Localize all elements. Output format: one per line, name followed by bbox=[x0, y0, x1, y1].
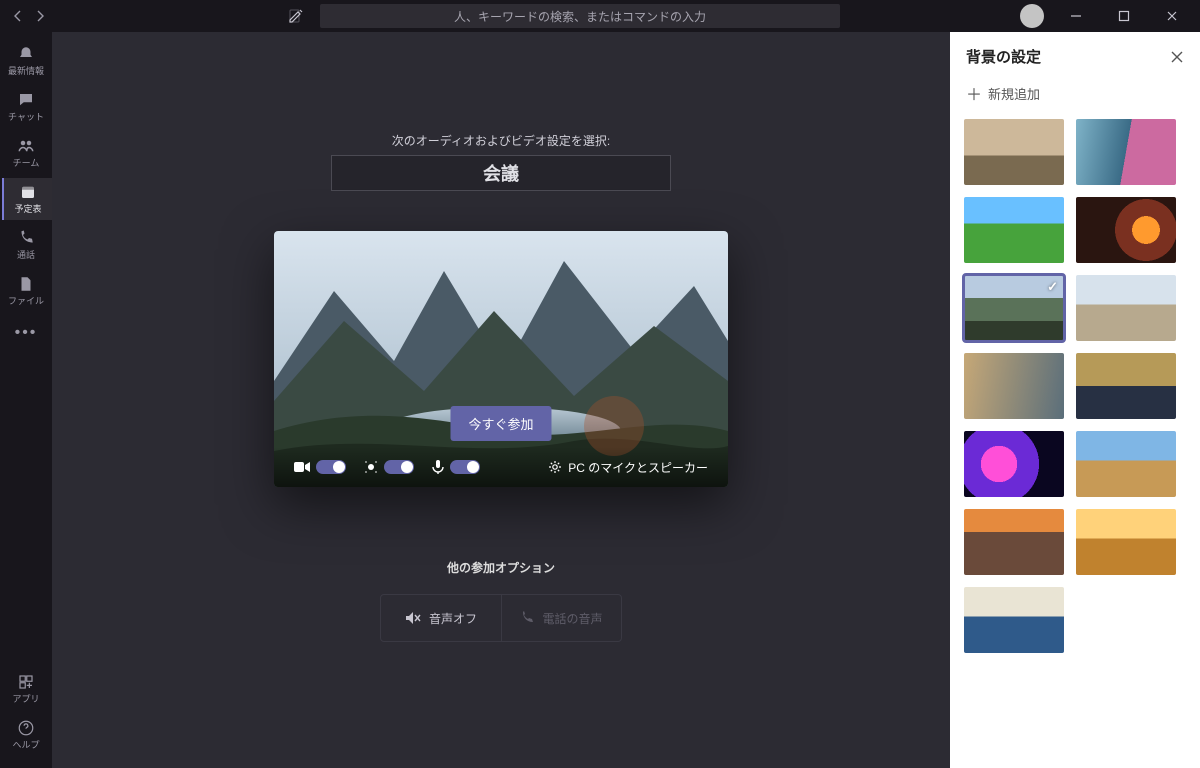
close-icon[interactable] bbox=[1170, 50, 1184, 64]
other-options-row: 音声オフ 電話の音声 bbox=[380, 594, 622, 642]
background-effects-toggle[interactable] bbox=[384, 460, 414, 474]
preview-controls: PC のマイクとスピーカー bbox=[274, 447, 728, 487]
background-thumb-desert-sunset[interactable] bbox=[1076, 509, 1176, 575]
meeting-title-text: 会議 bbox=[483, 160, 519, 186]
prejoin-instruction: 次のオーディオおよびビデオ設定を選択: bbox=[392, 132, 611, 149]
background-thumb-lava-cave[interactable] bbox=[1076, 197, 1176, 263]
rail-label: チャット bbox=[8, 110, 44, 123]
background-thumb-old-street[interactable] bbox=[964, 353, 1064, 419]
camera-icon bbox=[294, 461, 310, 473]
rail-label: チーム bbox=[13, 156, 40, 169]
search-input[interactable]: 人、キーワードの検索、またはコマンドの入力 bbox=[320, 4, 840, 28]
device-settings-button[interactable]: PC のマイクとスピーカー bbox=[548, 459, 708, 476]
camera-toggle[interactable] bbox=[316, 460, 346, 474]
window-maximize-button[interactable] bbox=[1102, 0, 1146, 32]
speaker-off-icon bbox=[405, 611, 421, 625]
background-thumb-stone-arch[interactable] bbox=[1076, 275, 1176, 341]
join-now-button[interactable]: 今すぐ参加 bbox=[450, 406, 551, 441]
rail-teams[interactable]: チーム bbox=[0, 132, 52, 174]
panel-title: 背景の設定 bbox=[966, 46, 1041, 67]
background-thumb-mountain-lake[interactable] bbox=[964, 275, 1064, 341]
device-label-text: PC のマイクとスピーカー bbox=[568, 459, 708, 476]
rail-label: 通話 bbox=[17, 248, 35, 261]
microphone-toggle[interactable] bbox=[450, 460, 480, 474]
microphone-icon bbox=[432, 460, 444, 474]
rail-label: ヘルプ bbox=[12, 738, 39, 751]
plus-icon: ＋ bbox=[966, 81, 982, 105]
background-thumb-sunset-village[interactable] bbox=[964, 509, 1064, 575]
background-blur-icon bbox=[364, 460, 378, 474]
nav-back-button[interactable] bbox=[12, 10, 24, 22]
background-thumb-great-wave[interactable] bbox=[964, 587, 1064, 653]
background-thumb-scifi-room[interactable] bbox=[1076, 119, 1176, 185]
search-placeholder: 人、キーワードの検索、またはコマンドの入力 bbox=[454, 8, 706, 25]
video-preview: 今すぐ参加 PC のマイクとスピーカー bbox=[274, 231, 728, 487]
rail-calls[interactable]: 通話 bbox=[0, 224, 52, 266]
option-label: 音声オフ bbox=[429, 610, 477, 627]
gear-icon bbox=[548, 460, 562, 474]
background-thumb-coastal-city[interactable] bbox=[1076, 431, 1176, 497]
background-thumb-nebula[interactable] bbox=[964, 431, 1064, 497]
meeting-title-input[interactable]: 会議 bbox=[331, 155, 671, 191]
rail-help[interactable]: ヘルプ bbox=[0, 714, 52, 756]
add-background-label: 新規追加 bbox=[988, 84, 1040, 103]
prejoin-screen: 次のオーディオおよびビデオ設定を選択: 会議 今すぐ参加 bbox=[52, 32, 950, 768]
rail-more[interactable]: ••• bbox=[15, 316, 38, 350]
rail-chat[interactable]: チャット bbox=[0, 86, 52, 128]
background-settings-panel: 背景の設定 ＋ 新規追加 bbox=[950, 32, 1200, 768]
window-close-button[interactable] bbox=[1150, 0, 1194, 32]
titlebar: 人、キーワードの検索、またはコマンドの入力 bbox=[0, 0, 1200, 32]
phone-audio-option[interactable]: 電話の音声 bbox=[501, 595, 621, 641]
option-label: 電話の音声 bbox=[542, 610, 602, 627]
rail-label: ファイル bbox=[8, 294, 44, 307]
rail-calendar[interactable]: 予定表 bbox=[2, 178, 52, 220]
audio-off-option[interactable]: 音声オフ bbox=[381, 595, 501, 641]
avatar[interactable] bbox=[1020, 4, 1044, 28]
other-options-header: 他の参加オプション bbox=[447, 559, 555, 576]
rail-apps[interactable]: アプリ bbox=[0, 668, 52, 710]
compose-icon[interactable] bbox=[288, 8, 304, 24]
rail-label: アプリ bbox=[12, 692, 39, 705]
rail-files[interactable]: ファイル bbox=[0, 270, 52, 312]
nav-forward-button[interactable] bbox=[34, 10, 46, 22]
background-thumb-classroom[interactable] bbox=[964, 119, 1064, 185]
add-background-button[interactable]: ＋ 新規追加 bbox=[950, 77, 1200, 115]
background-thumb-block-world[interactable] bbox=[964, 197, 1064, 263]
background-thumb-alien-planet[interactable] bbox=[1076, 353, 1176, 419]
phone-icon bbox=[520, 611, 534, 625]
background-grid bbox=[950, 115, 1200, 768]
rail-label: 予定表 bbox=[14, 202, 41, 215]
app-rail: 最新情報 チャット チーム 予定表 通話 ファイル ••• アプリ bbox=[0, 32, 52, 768]
rail-label: 最新情報 bbox=[8, 64, 44, 77]
rail-activity[interactable]: 最新情報 bbox=[0, 40, 52, 82]
window-minimize-button[interactable] bbox=[1054, 0, 1098, 32]
